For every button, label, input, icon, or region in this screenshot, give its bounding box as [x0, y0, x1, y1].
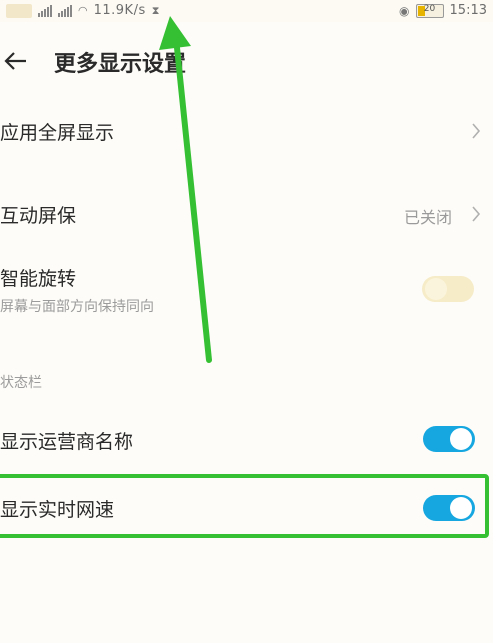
annotation-arrow-icon [159, 16, 212, 363]
